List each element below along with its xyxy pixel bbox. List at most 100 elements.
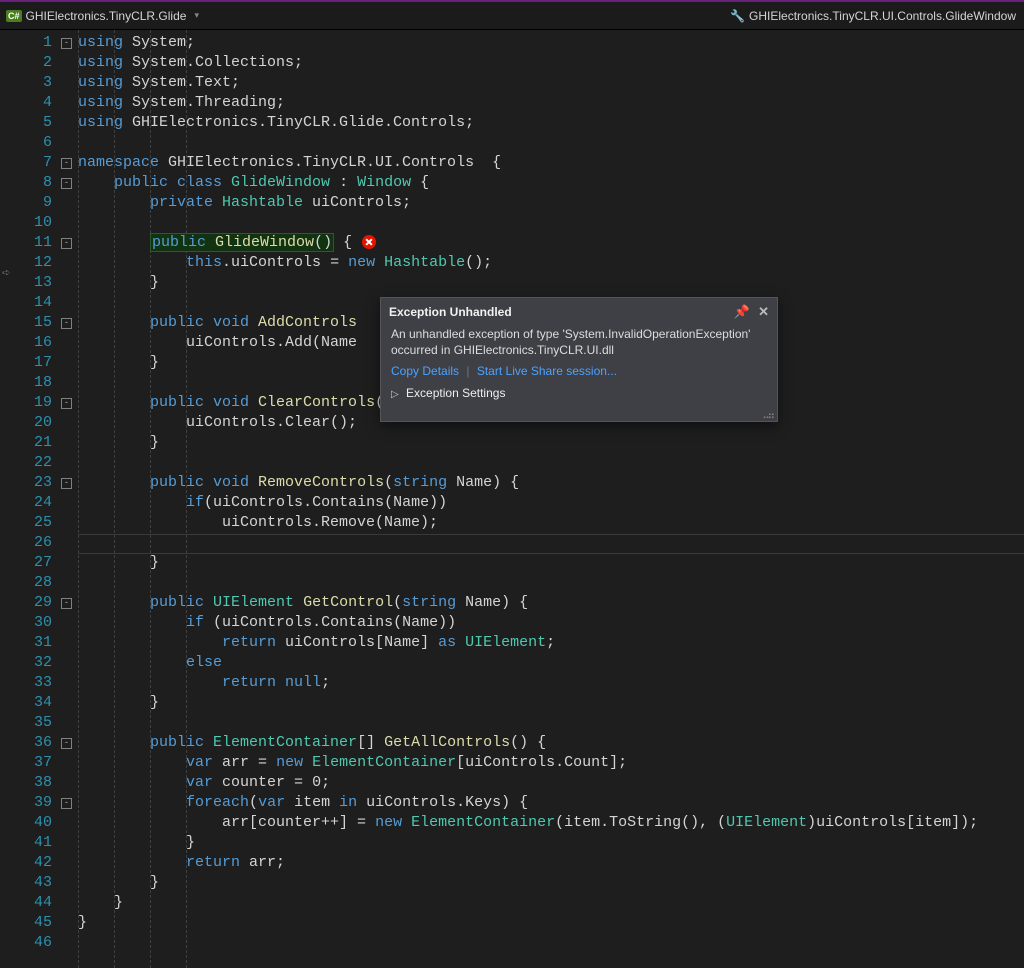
line-number: 10 <box>0 214 78 234</box>
line-number: 5 <box>0 114 78 134</box>
csharp-file-icon: C# <box>6 10 22 22</box>
close-icon[interactable]: ✕ <box>758 304 769 320</box>
line-number: 34 <box>0 694 78 714</box>
line-number: 44 <box>0 894 78 914</box>
code-line[interactable]: else <box>78 654 1024 674</box>
line-number: 21 <box>0 434 78 454</box>
nav-right[interactable]: 🔧 GHIElectronics.TinyCLR.UI.Controls.Gli… <box>730 9 1024 23</box>
code-line[interactable]: using GHIElectronics.TinyCLR.Glide.Contr… <box>78 114 1024 134</box>
copy-details-link[interactable]: Copy Details <box>391 364 459 378</box>
code-line[interactable] <box>78 934 1024 954</box>
line-number: 26 <box>0 534 78 554</box>
code-line[interactable]: if(uiControls.Contains(Name)) <box>78 494 1024 514</box>
live-share-link[interactable]: Start Live Share session... <box>477 364 617 378</box>
line-number: 36- <box>0 734 78 754</box>
code-line[interactable] <box>78 534 1024 554</box>
code-line[interactable]: arr[counter++] = new ElementContainer(it… <box>78 814 1024 834</box>
code-line[interactable]: uiControls.Remove(Name); <box>78 514 1024 534</box>
code-line[interactable] <box>78 454 1024 474</box>
error-glyph-icon[interactable] <box>362 235 376 249</box>
code-line[interactable]: } <box>78 834 1024 854</box>
popup-title: Exception Unhandled <box>389 305 512 319</box>
nav-left[interactable]: C# GHIElectronics.TinyCLR.Glide ▾ <box>0 9 199 23</box>
expand-triangle-icon: ▷ <box>391 389 399 400</box>
line-number: 28 <box>0 574 78 594</box>
line-number: 45 <box>0 914 78 934</box>
fold-toggle[interactable]: - <box>61 398 72 409</box>
fold-toggle[interactable]: - <box>61 318 72 329</box>
line-number: 18 <box>0 374 78 394</box>
chevron-down-icon[interactable]: ▾ <box>194 10 199 21</box>
code-line[interactable]: return arr; <box>78 854 1024 874</box>
line-number: 27 <box>0 554 78 574</box>
code-line[interactable]: using System.Threading; <box>78 94 1024 114</box>
code-line[interactable]: using System; <box>78 34 1024 54</box>
line-number: 32 <box>0 654 78 674</box>
line-number: 15- <box>0 314 78 334</box>
code-line[interactable] <box>78 214 1024 234</box>
line-number: 6 <box>0 134 78 154</box>
code-line[interactable]: if (uiControls.Contains(Name)) <box>78 614 1024 634</box>
nav-type-text: GHIElectronics.TinyCLR.UI.Controls.Glide… <box>749 9 1016 23</box>
fold-toggle[interactable]: - <box>61 598 72 609</box>
line-number: 31 <box>0 634 78 654</box>
fold-toggle[interactable]: - <box>61 158 72 169</box>
line-number: 43 <box>0 874 78 894</box>
pin-icon[interactable]: 📌 <box>734 304 750 320</box>
code-line[interactable]: } <box>78 874 1024 894</box>
line-gutter: 1-234567-8-91011-12131415-16171819-20212… <box>0 30 78 968</box>
line-number: 13 <box>0 274 78 294</box>
line-number: 38 <box>0 774 78 794</box>
code-line[interactable]: public GlideWindow() { <box>78 234 1024 254</box>
code-line[interactable]: public void RemoveControls(string Name) … <box>78 474 1024 494</box>
line-number: 17 <box>0 354 78 374</box>
resize-grip-icon[interactable]: ⣀⣤ <box>381 408 777 421</box>
line-number: 39- <box>0 794 78 814</box>
highlighted-symbol: public GlideWindow() <box>150 233 334 252</box>
fold-toggle[interactable]: - <box>61 178 72 189</box>
code-line[interactable]: } <box>78 914 1024 934</box>
line-number: 2 <box>0 54 78 74</box>
code-line[interactable]: using System.Text; <box>78 74 1024 94</box>
code-line[interactable]: this.uiControls = new Hashtable(); <box>78 254 1024 274</box>
code-line[interactable]: } <box>78 434 1024 454</box>
fold-toggle[interactable]: - <box>61 798 72 809</box>
code-line[interactable]: } <box>78 554 1024 574</box>
fold-toggle[interactable]: - <box>61 738 72 749</box>
code-line[interactable]: var counter = 0; <box>78 774 1024 794</box>
code-line[interactable] <box>78 134 1024 154</box>
code-line[interactable]: foreach(var item in uiControls.Keys) { <box>78 794 1024 814</box>
line-number: 40 <box>0 814 78 834</box>
code-line[interactable]: var arr = new ElementContainer[uiControl… <box>78 754 1024 774</box>
line-number: 20 <box>0 414 78 434</box>
line-number: 7- <box>0 154 78 174</box>
code-line[interactable]: return uiControls[Name] as UIElement; <box>78 634 1024 654</box>
code-line[interactable] <box>78 574 1024 594</box>
navigation-bar: C# GHIElectronics.TinyCLR.Glide ▾ 🔧 GHIE… <box>0 2 1024 30</box>
line-number: 29- <box>0 594 78 614</box>
fold-toggle[interactable]: - <box>61 238 72 249</box>
exception-settings-expander[interactable]: ▷ Exception Settings <box>381 384 777 408</box>
code-line[interactable]: } <box>78 694 1024 714</box>
line-number: 42 <box>0 854 78 874</box>
fold-toggle[interactable]: - <box>61 38 72 49</box>
code-line[interactable]: } <box>78 274 1024 294</box>
line-number: 3 <box>0 74 78 94</box>
line-number: 35 <box>0 714 78 734</box>
code-line[interactable]: using System.Collections; <box>78 54 1024 74</box>
line-number: 25 <box>0 514 78 534</box>
code-editor[interactable]: ➪ 1-234567-8-91011-12131415-16171819-202… <box>0 30 1024 968</box>
code-line[interactable]: public ElementContainer[] GetAllControls… <box>78 734 1024 754</box>
code-line[interactable]: return null; <box>78 674 1024 694</box>
code-line[interactable]: public UIElement GetControl(string Name)… <box>78 594 1024 614</box>
code-line[interactable]: namespace GHIElectronics.TinyCLR.UI.Cont… <box>78 154 1024 174</box>
code-line[interactable]: } <box>78 894 1024 914</box>
line-number: 9 <box>0 194 78 214</box>
line-number: 30 <box>0 614 78 634</box>
code-line[interactable]: private Hashtable uiControls; <box>78 194 1024 214</box>
code-area[interactable]: using System;using System.Collections;us… <box>78 30 1024 968</box>
code-line[interactable] <box>78 714 1024 734</box>
code-line[interactable]: public class GlideWindow : Window { <box>78 174 1024 194</box>
fold-toggle[interactable]: - <box>61 478 72 489</box>
line-number: 24 <box>0 494 78 514</box>
